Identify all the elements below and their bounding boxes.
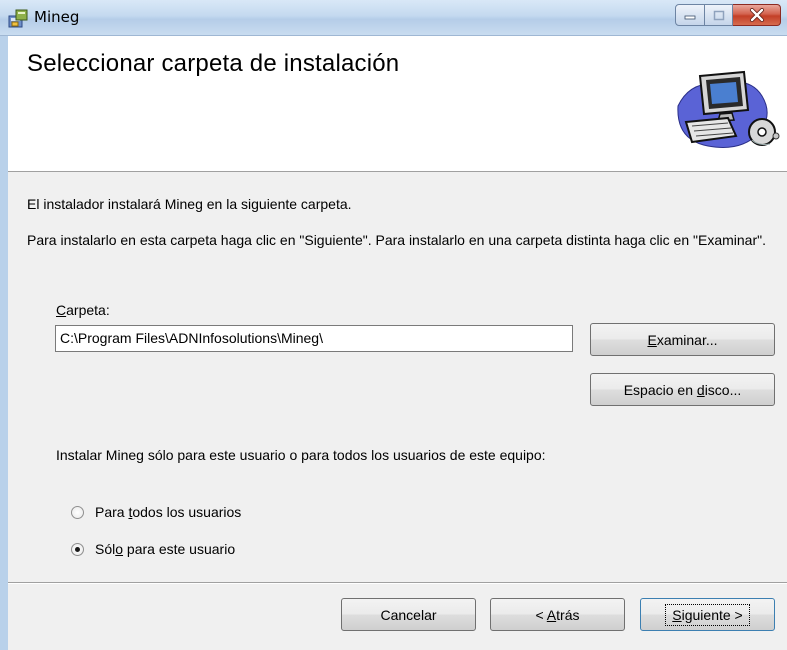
- radio-all-post: odos los usuarios: [132, 504, 242, 520]
- radio-this-user-label[interactable]: Sólo para este usuario: [95, 541, 235, 557]
- window-title: Mineg: [34, 8, 80, 26]
- next-label: iguiente >: [681, 606, 743, 623]
- next-mnemonic: S: [672, 606, 682, 623]
- caption-buttons: [675, 4, 781, 26]
- instructions-text: Para instalarlo en esta carpeta haga cli…: [27, 232, 766, 248]
- back-mnemonic: A: [546, 606, 557, 623]
- installer-app-icon: [8, 9, 28, 28]
- title-bar[interactable]: Mineg: [0, 0, 787, 36]
- close-icon: [749, 8, 764, 22]
- maximize-icon: [713, 10, 724, 20]
- cancel-button[interactable]: Cancelar: [341, 598, 476, 631]
- radio-selected-dot: [75, 547, 80, 552]
- radio-me-post: para este usuario: [123, 541, 236, 557]
- radio-me-mnemonic: o: [115, 541, 124, 557]
- minimize-icon: [684, 15, 696, 20]
- window-left-border: [0, 36, 8, 650]
- back-label-post: trás: [556, 606, 580, 623]
- back-button[interactable]: < Atrás: [490, 598, 625, 631]
- close-button[interactable]: [733, 4, 781, 26]
- next-button[interactable]: Siguiente >: [640, 598, 775, 631]
- radio-this-user[interactable]: [71, 543, 84, 556]
- browse-button[interactable]: Examinar...: [590, 323, 775, 356]
- browse-label: xaminar...: [656, 331, 718, 348]
- minimize-button[interactable]: [675, 4, 705, 26]
- page-title: Seleccionar carpeta de instalación: [27, 50, 400, 77]
- disk-cost-button[interactable]: Espacio en disco...: [590, 373, 775, 406]
- folder-label-post: arpeta:: [66, 302, 110, 318]
- computer-setup-graphic: [677, 70, 780, 148]
- cancel-label: Cancelar: [380, 606, 437, 623]
- radio-me-pre: Sól: [95, 541, 116, 557]
- radio-all-users[interactable]: [71, 506, 84, 519]
- disk-label-pre: Espacio en: [623, 381, 697, 398]
- intro-text: El instalador instalará Mineg en la sigu…: [27, 196, 352, 212]
- disk-label-post: isco...: [704, 381, 742, 398]
- installer-window: Mineg Seleccionar carpeta de instalación: [0, 0, 787, 650]
- folder-label-mnemonic: C: [56, 302, 67, 318]
- radio-all-pre: Para: [95, 504, 129, 520]
- folder-label: Carpeta:: [56, 302, 110, 318]
- footer-separator: [8, 582, 787, 584]
- back-label-pre: <: [535, 606, 547, 623]
- browse-mnemonic: E: [647, 331, 657, 348]
- maximize-button[interactable]: [705, 4, 733, 26]
- disk-mnemonic: d: [696, 381, 705, 398]
- folder-path-input[interactable]: C:\Program Files\ADNInfosolutions\Mineg\: [55, 325, 573, 352]
- scope-prompt: Instalar Mineg sólo para este usuario o …: [56, 447, 546, 463]
- radio-all-users-label[interactable]: Para todos los usuarios: [95, 504, 241, 520]
